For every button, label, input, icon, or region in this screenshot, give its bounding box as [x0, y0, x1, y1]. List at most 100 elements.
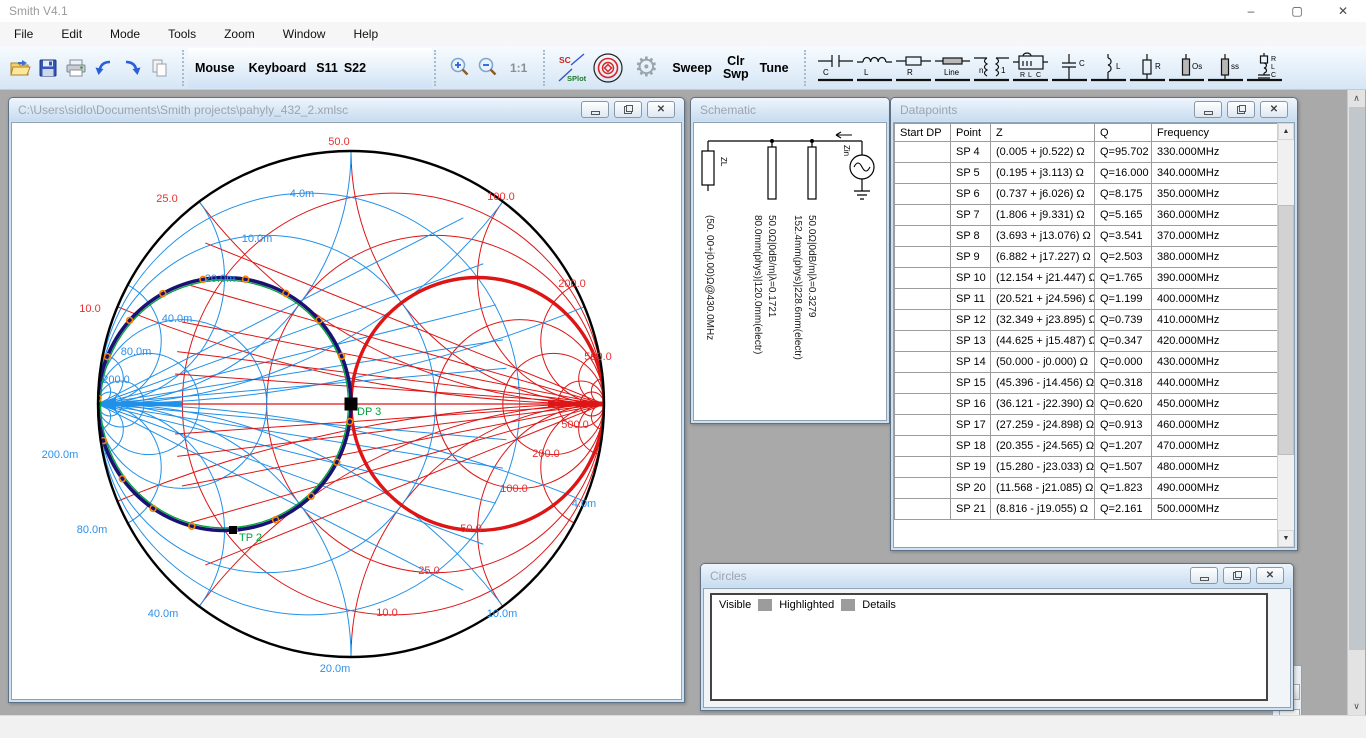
table-cell[interactable]	[895, 394, 951, 415]
table-cell[interactable]: Q=1.207	[1095, 436, 1152, 457]
table-cell[interactable]: 380.000MHz	[1152, 247, 1280, 268]
scroll-up-icon[interactable]: ▲	[1278, 123, 1294, 140]
menu-file[interactable]: File	[0, 23, 47, 45]
table-cell[interactable]: 500.000MHz	[1152, 499, 1280, 520]
table-row[interactable]: SP 21(8.816 - j19.055) ΩQ=2.161500.000MH…	[895, 499, 1280, 520]
table-row[interactable]: SP 19(15.280 - j23.033) ΩQ=1.507480.000M…	[895, 457, 1280, 478]
chart-window-titlebar[interactable]: C:\Users\sidlo\Documents\Smith projects\…	[9, 98, 684, 121]
circles-window-titlebar[interactable]: Circles ✕	[701, 564, 1293, 587]
schematic-canvas[interactable]: ZL Zin (50. 00+j0.00)Ω@430.0MHz 50.0Ω|0d…	[693, 122, 887, 421]
table-cell[interactable]: 430.000MHz	[1152, 352, 1280, 373]
table-cell[interactable]: (8.816 - j19.055) Ω	[991, 499, 1095, 520]
table-cell[interactable]: 400.000MHz	[1152, 289, 1280, 310]
table-cell[interactable]: (0.005 + j0.522) Ω	[991, 142, 1095, 163]
smith-chart[interactable]: 50.025.010.0100.0200.0500.0500.0200.0100…	[12, 123, 682, 700]
mouse-button[interactable]: Mouse	[188, 61, 242, 75]
table-cell[interactable]: (20.521 + j24.596) Ω	[991, 289, 1095, 310]
table-cell[interactable]: Q=1.199	[1095, 289, 1152, 310]
table-cell[interactable]: SP 11	[951, 289, 991, 310]
table-cell[interactable]: Q=3.541	[1095, 226, 1152, 247]
window-minimize-button[interactable]	[581, 101, 609, 118]
table-cell[interactable]: Q=0.318	[1095, 373, 1152, 394]
zoom-ratio-label[interactable]: 1:1	[502, 61, 535, 75]
table-cell[interactable]	[895, 352, 951, 373]
table-cell[interactable]: SP 8	[951, 226, 991, 247]
table-cell[interactable]: SP 18	[951, 436, 991, 457]
table-cell[interactable]: (11.568 - j21.085) Ω	[991, 478, 1095, 499]
datapoints-scrollbar[interactable]: ▲ ▼	[1277, 123, 1294, 547]
close-button[interactable]: ✕	[1320, 0, 1366, 22]
table-cell[interactable]: SP 5	[951, 163, 991, 184]
table-cell[interactable]: 490.000MHz	[1152, 478, 1280, 499]
table-row[interactable]: SP 8(3.693 + j13.076) ΩQ=3.541370.000MHz	[895, 226, 1280, 247]
table-row[interactable]: SP 14(50.000 - j0.000) ΩQ=0.000430.000MH…	[895, 352, 1280, 373]
table-cell[interactable]: 330.000MHz	[1152, 142, 1280, 163]
component-series-c-button[interactable]: C	[816, 49, 855, 87]
zoom-in-icon[interactable]	[446, 54, 474, 82]
window-close-button[interactable]: ✕	[647, 101, 675, 118]
menu-help[interactable]: Help	[339, 23, 392, 45]
table-cell[interactable]: (44.625 + j15.487) Ω	[991, 331, 1095, 352]
component-shunt-l-button[interactable]: L	[1089, 49, 1128, 87]
print-icon[interactable]	[62, 54, 90, 82]
menu-window[interactable]: Window	[269, 23, 340, 45]
table-row[interactable]: SP 10(12.154 + j21.447) ΩQ=1.765390.000M…	[895, 268, 1280, 289]
component-transformer-button[interactable]: n1	[972, 49, 1011, 87]
table-cell[interactable]: (12.154 + j21.447) Ω	[991, 268, 1095, 289]
table-cell[interactable]: SP 9	[951, 247, 991, 268]
table-cell[interactable]	[895, 268, 951, 289]
table-cell[interactable]: (45.396 - j14.456) Ω	[991, 373, 1095, 394]
table-cell[interactable]: Q=0.913	[1095, 415, 1152, 436]
scrollbar-thumb[interactable]	[1278, 205, 1294, 455]
window-restore-button[interactable]	[1223, 567, 1251, 584]
table-cell[interactable]: Q=1.765	[1095, 268, 1152, 289]
table-cell[interactable]: SP 12	[951, 310, 991, 331]
window-close-button[interactable]: ✕	[1256, 567, 1284, 584]
table-cell[interactable]	[895, 205, 951, 226]
table-header-row[interactable]: Start DP Point Z Q Frequency	[895, 124, 1280, 142]
component-rlc-box-button[interactable]: RLC	[1011, 49, 1050, 87]
component-short-stub-button[interactable]: ss	[1206, 49, 1245, 87]
table-cell[interactable]: (50.000 - j0.000) Ω	[991, 352, 1095, 373]
workspace-scrollbar[interactable]: ∧ ∨	[1347, 90, 1365, 715]
table-cell[interactable]	[895, 289, 951, 310]
table-row[interactable]: SP 17(27.259 - j24.898) ΩQ=0.913460.000M…	[895, 415, 1280, 436]
window-restore-button[interactable]	[614, 101, 642, 118]
table-cell[interactable]: Q=0.739	[1095, 310, 1152, 331]
table-cell[interactable]	[895, 163, 951, 184]
settings-gear-icon[interactable]: ⚙	[627, 54, 665, 82]
table-cell[interactable]: SP 17	[951, 415, 991, 436]
maximize-button[interactable]: ▢	[1274, 0, 1320, 22]
table-cell[interactable]	[895, 373, 951, 394]
table-row[interactable]: SP 15(45.396 - j14.456) ΩQ=0.318440.000M…	[895, 373, 1280, 394]
table-cell[interactable]: Q=0.620	[1095, 394, 1152, 415]
table-row[interactable]: SP 20(11.568 - j21.085) ΩQ=1.823490.000M…	[895, 478, 1280, 499]
table-cell[interactable]: (36.121 - j22.390) Ω	[991, 394, 1095, 415]
table-cell[interactable]: SP 4	[951, 142, 991, 163]
table-cell[interactable]: 410.000MHz	[1152, 310, 1280, 331]
table-cell[interactable]: Q=1.823	[1095, 478, 1152, 499]
table-cell[interactable]: Q=1.507	[1095, 457, 1152, 478]
table-cell[interactable]	[895, 457, 951, 478]
table-cell[interactable]: (15.280 - j23.033) Ω	[991, 457, 1095, 478]
table-row[interactable]: SP 12(32.349 + j23.895) ΩQ=0.739410.000M…	[895, 310, 1280, 331]
s22-button[interactable]: S22	[341, 61, 369, 75]
table-cell[interactable]: 420.000MHz	[1152, 331, 1280, 352]
table-cell[interactable]: SP 14	[951, 352, 991, 373]
component-series-l-button[interactable]: L	[855, 49, 894, 87]
table-cell[interactable]: SP 10	[951, 268, 991, 289]
table-cell[interactable]: Q=16.000	[1095, 163, 1152, 184]
window-restore-button[interactable]	[1227, 101, 1255, 118]
datapoints-table[interactable]: Start DP Point Z Q Frequency SP 4(0.005 …	[894, 123, 1280, 520]
table-cell[interactable]: 470.000MHz	[1152, 436, 1280, 457]
circles-table[interactable]: Visible Highlighted Details	[710, 593, 1268, 701]
table-cell[interactable]: Q=8.175	[1095, 184, 1152, 205]
table-cell[interactable]	[895, 226, 951, 247]
window-close-button[interactable]: ✕	[1260, 101, 1288, 118]
table-cell[interactable]: 350.000MHz	[1152, 184, 1280, 205]
table-cell[interactable]: (6.882 + j17.227) Ω	[991, 247, 1095, 268]
table-cell[interactable]: Q=2.161	[1095, 499, 1152, 520]
table-row[interactable]: SP 4(0.005 + j0.522) ΩQ=95.702330.000MHz	[895, 142, 1280, 163]
table-cell[interactable]: SP 13	[951, 331, 991, 352]
window-minimize-button[interactable]	[1190, 567, 1218, 584]
